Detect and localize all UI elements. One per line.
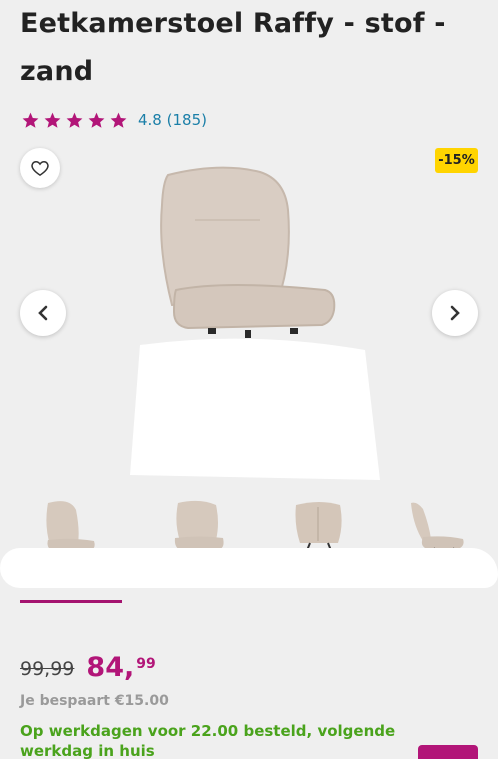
- star-icon: [22, 112, 39, 128]
- rating-value: 4.8: [138, 111, 162, 129]
- thumbnail-active-indicator: [20, 600, 122, 603]
- favorite-button[interactable]: [20, 148, 60, 188]
- rating-row[interactable]: 4.8 (185): [21, 108, 207, 132]
- gallery-prev-button[interactable]: [20, 290, 66, 336]
- star-icon: [110, 112, 127, 128]
- star-icon: [88, 112, 105, 128]
- new-price-cents: 99: [136, 656, 156, 672]
- chevron-left-icon: [38, 305, 48, 321]
- savings-text: Je bespaart €15.00: [20, 693, 169, 709]
- star-icon: [44, 112, 61, 128]
- product-main-image: [130, 166, 380, 480]
- chevron-right-icon: [450, 305, 460, 321]
- add-to-cart-button[interactable]: [418, 745, 478, 759]
- rating-summary[interactable]: 4.8 (185): [138, 111, 207, 129]
- star-icon: [66, 112, 83, 128]
- price-block: 99,99 84, 99: [20, 652, 156, 683]
- heart-outline-icon: [31, 160, 49, 176]
- product-title: Eetkamerstoel Raffy - stof - zand: [20, 8, 446, 87]
- old-price: 99,99: [20, 658, 75, 680]
- delivery-promise: Op werkdagen voor 22.00 besteld, volgend…: [20, 722, 396, 759]
- thumbnail-redaction: [0, 548, 498, 588]
- gallery-next-button[interactable]: [432, 290, 478, 336]
- new-price: 84,: [86, 652, 135, 683]
- thumbnail-strip[interactable]: [0, 490, 498, 590]
- discount-badge: -15%: [435, 148, 478, 173]
- review-count: (185): [166, 111, 207, 129]
- product-gallery[interactable]: -15%: [0, 140, 498, 485]
- rating-stars: [21, 111, 128, 130]
